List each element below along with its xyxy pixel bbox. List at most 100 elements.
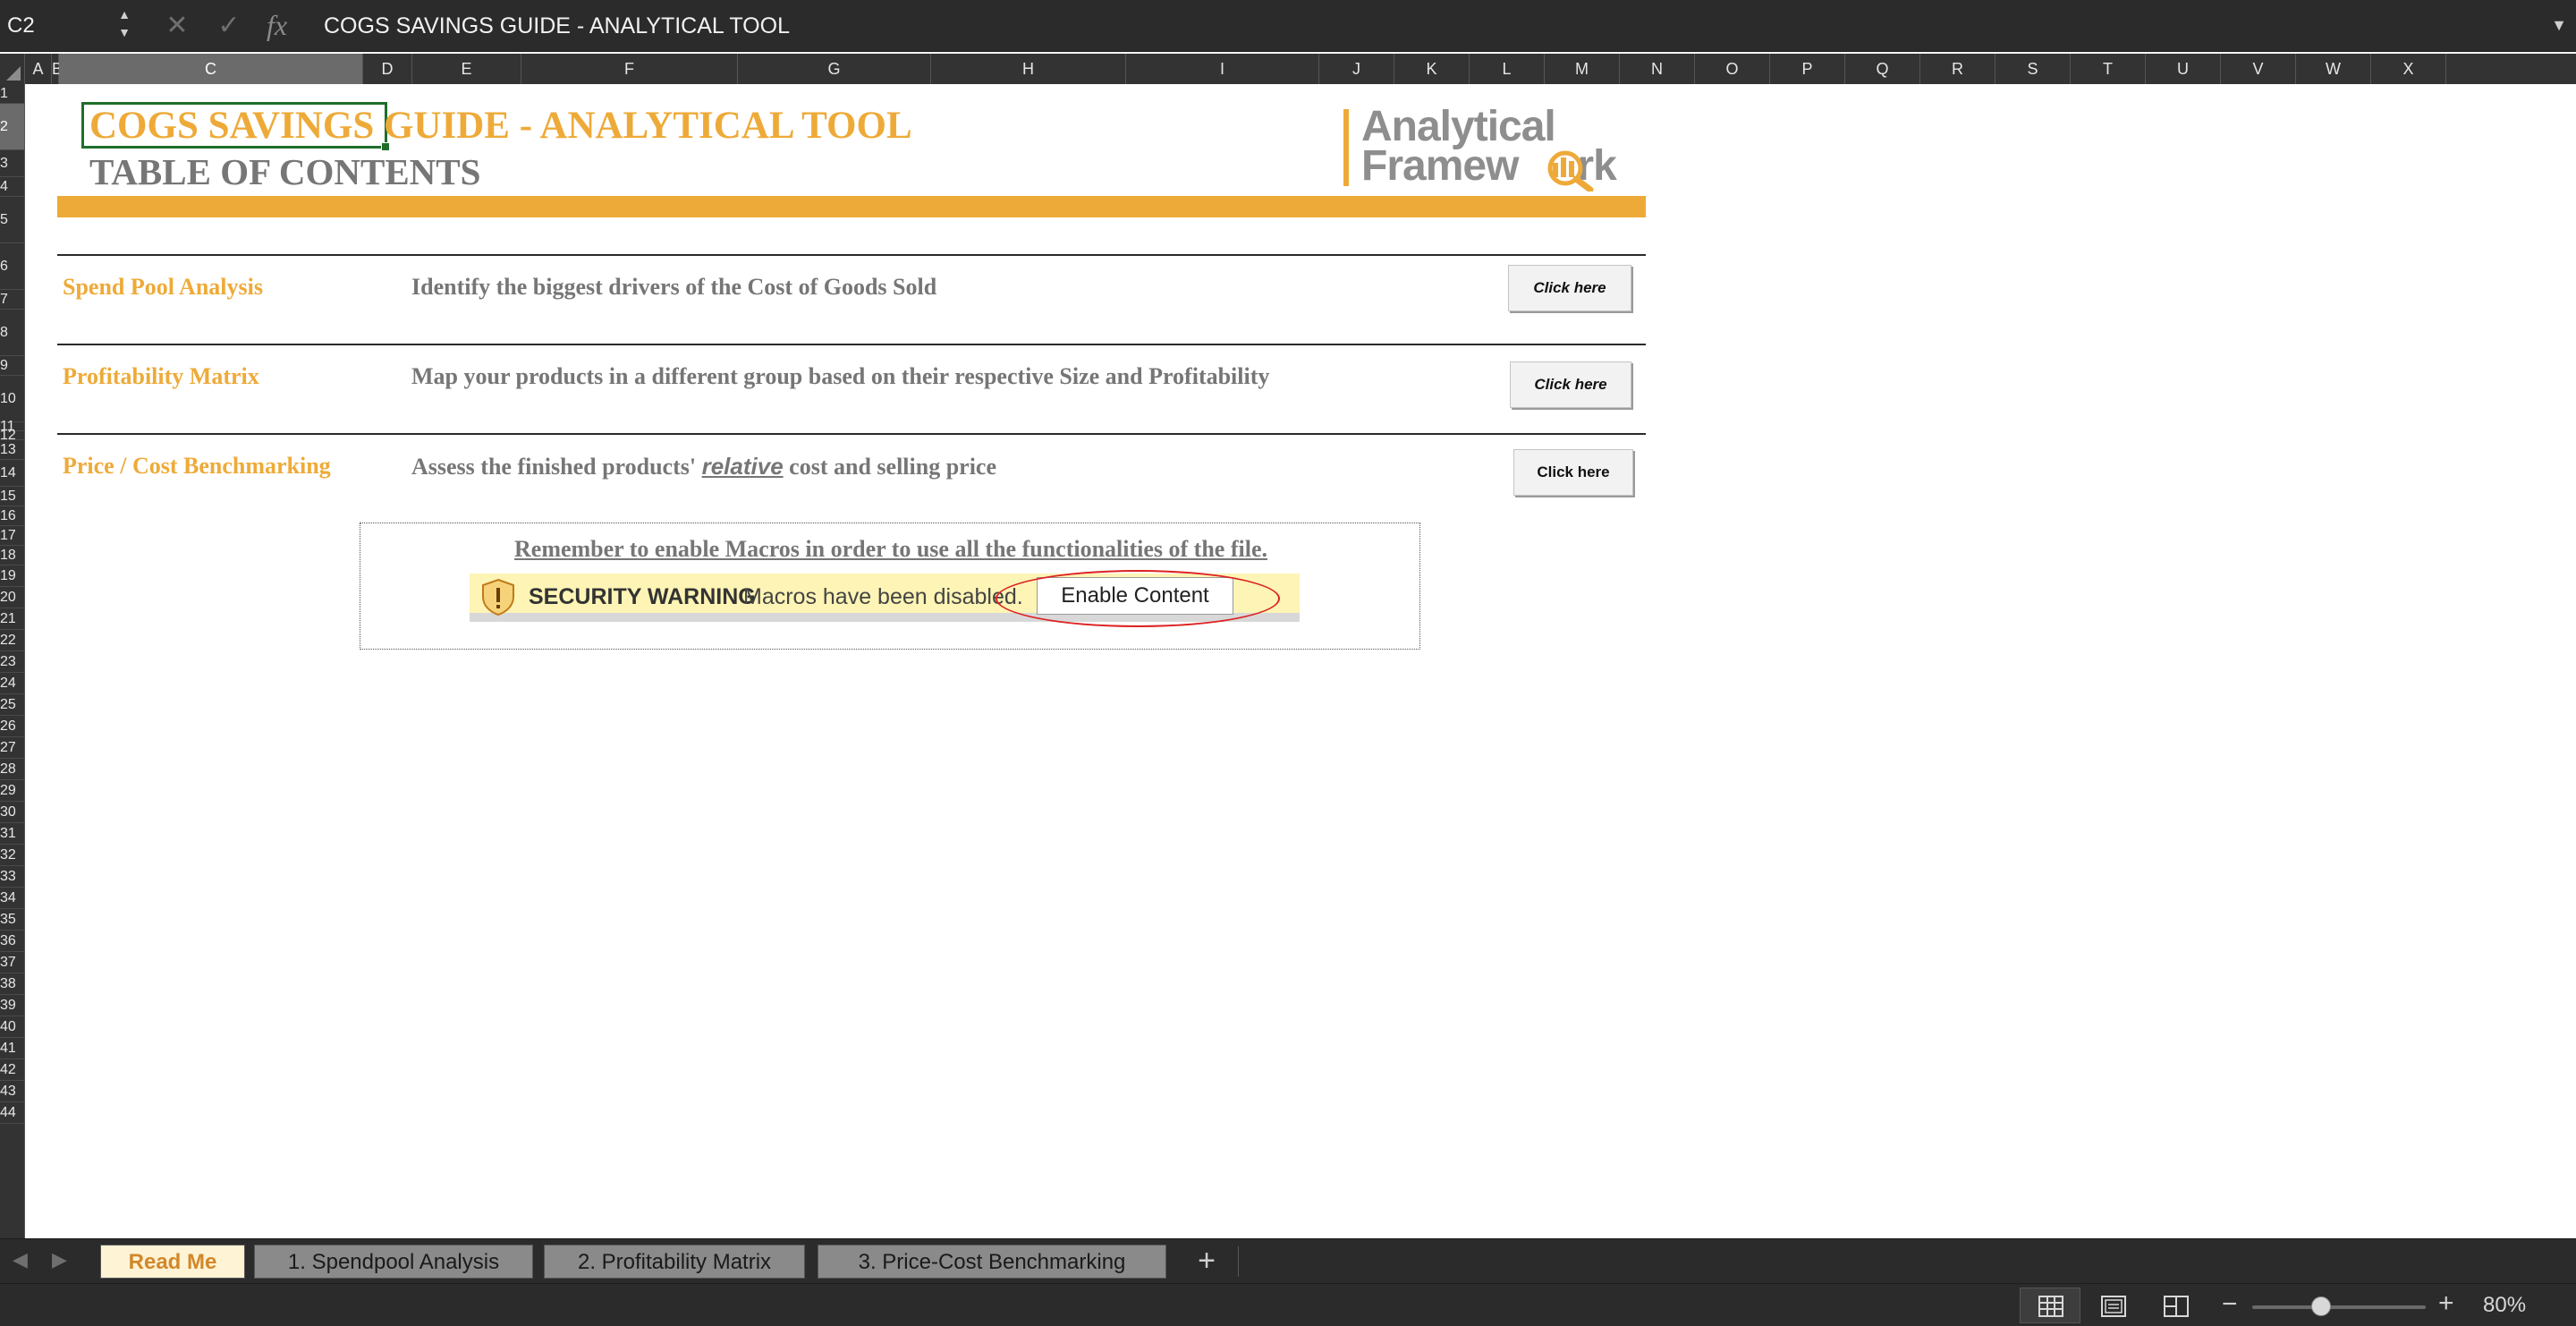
column-header-q[interactable]: Q <box>1845 54 1920 84</box>
row-header-23[interactable]: 23 <box>0 651 24 673</box>
column-header-h[interactable]: H <box>931 54 1126 84</box>
zoom-level[interactable]: 80% <box>2483 1291 2526 1320</box>
column-header-u[interactable]: U <box>2146 54 2221 84</box>
row-header-39[interactable]: 39 <box>0 995 24 1016</box>
select-all-button[interactable] <box>0 54 25 84</box>
grid-icon <box>2038 1296 2063 1317</box>
row-header-30[interactable]: 30 <box>0 802 24 823</box>
toc-item-profitability-title: Profitability Matrix <box>63 363 259 389</box>
row-header-13[interactable]: 13 <box>0 440 24 460</box>
tab-divider <box>1238 1246 1239 1277</box>
row-header-42[interactable]: 42 <box>0 1059 24 1081</box>
fx-icon[interactable]: fx <box>267 7 287 43</box>
row-header-10[interactable]: 10 <box>0 376 24 422</box>
row-header-25[interactable]: 25 <box>0 694 24 716</box>
toc-item-benchmarking-description: Assess the finished products' relative c… <box>411 453 996 480</box>
zoom-in-button[interactable]: + <box>2438 1288 2454 1320</box>
row-header-29[interactable]: 29 <box>0 780 24 802</box>
benchmarking-click-button[interactable]: Click here <box>1513 449 1633 496</box>
column-header-n[interactable]: N <box>1620 54 1695 84</box>
column-header-i[interactable]: I <box>1126 54 1319 84</box>
row-header-24[interactable]: 24 <box>0 673 24 694</box>
zoom-out-button[interactable]: − <box>2222 1289 2238 1320</box>
page-break-view-button[interactable] <box>2145 1288 2206 1323</box>
column-header-j[interactable]: J <box>1319 54 1394 84</box>
row-header-37[interactable]: 37 <box>0 952 24 973</box>
row-header-3[interactable]: 3 <box>0 150 24 177</box>
row-header-1[interactable]: 1 <box>0 84 24 104</box>
row-header-34[interactable]: 34 <box>0 888 24 909</box>
row-header-15[interactable]: 15 <box>0 487 24 506</box>
row-header-9[interactable]: 9 <box>0 356 24 376</box>
column-header-d[interactable]: D <box>363 54 412 84</box>
page-layout-icon <box>2101 1296 2126 1317</box>
zoom-slider-track[interactable] <box>2252 1305 2426 1309</box>
column-header-x[interactable]: X <box>2371 54 2446 84</box>
row-header-19[interactable]: 19 <box>0 565 24 587</box>
row-header-2[interactable]: 2 <box>0 104 24 150</box>
column-header-a[interactable]: A <box>25 54 52 84</box>
column-header-r[interactable]: R <box>1920 54 1996 84</box>
normal-view-button[interactable] <box>2020 1288 2080 1323</box>
column-header-p[interactable]: P <box>1770 54 1845 84</box>
row-header-44[interactable]: 44 <box>0 1102 24 1124</box>
row-header-17[interactable]: 17 <box>0 526 24 546</box>
name-box-stepper-icon[interactable]: ▲ ▼ <box>114 5 134 47</box>
row-header-18[interactable]: 18 <box>0 546 24 565</box>
tab-scroll-right-icon[interactable]: ▶ <box>52 1248 67 1271</box>
column-header-f[interactable]: F <box>521 54 738 84</box>
add-sheet-button[interactable]: + <box>1188 1243 1225 1280</box>
column-header-b[interactable]: B <box>52 54 63 84</box>
column-header-l[interactable]: L <box>1470 54 1545 84</box>
column-header-s[interactable]: S <box>1996 54 2071 84</box>
column-header-w[interactable]: W <box>2296 54 2371 84</box>
tab-spendpool-analysis[interactable]: 1. Spendpool Analysis <box>254 1245 533 1279</box>
row-header-14[interactable]: 14 <box>0 460 24 487</box>
security-warning-label: SECURITY WARNING <box>529 584 756 609</box>
row-header-12[interactable]: 12 <box>0 429 24 443</box>
row-header-33[interactable]: 33 <box>0 866 24 888</box>
row-header-40[interactable]: 40 <box>0 1016 24 1038</box>
tab-read-me[interactable]: Read Me <box>100 1245 245 1279</box>
row-header-35[interactable]: 35 <box>0 909 24 931</box>
tab-price-cost-benchmarking[interactable]: 3. Price-Cost Benchmarking <box>818 1245 1166 1279</box>
formula-input[interactable]: COGS SAVINGS GUIDE - ANALYTICAL TOOL <box>315 7 2551 45</box>
row-header-5[interactable]: 5 <box>0 197 24 243</box>
profitability-click-button[interactable]: Click here <box>1510 361 1631 408</box>
page-layout-view-button[interactable] <box>2082 1288 2143 1323</box>
zoom-slider-thumb[interactable] <box>2311 1296 2331 1316</box>
column-header-v[interactable]: V <box>2221 54 2296 84</box>
row-header-32[interactable]: 32 <box>0 845 24 866</box>
column-header-g[interactable]: G <box>738 54 931 84</box>
spend-pool-click-button[interactable]: Click here <box>1508 265 1631 311</box>
row-header-28[interactable]: 28 <box>0 759 24 780</box>
chevron-down-icon[interactable]: ▼ <box>2551 16 2567 35</box>
tab-scroll-left-icon[interactable]: ◀ <box>13 1248 28 1271</box>
row-header-26[interactable]: 26 <box>0 716 24 737</box>
column-header-t[interactable]: T <box>2071 54 2146 84</box>
row-header-20[interactable]: 20 <box>0 587 24 608</box>
confirm-icon[interactable]: ✓ <box>211 9 247 43</box>
row-header-38[interactable]: 38 <box>0 973 24 995</box>
row-header-16[interactable]: 16 <box>0 506 24 526</box>
column-header-e[interactable]: E <box>412 54 521 84</box>
row-header-21[interactable]: 21 <box>0 608 24 630</box>
desc-emphasis: relative <box>701 453 784 480</box>
column-header-c[interactable]: C <box>59 54 363 84</box>
row-header-27[interactable]: 27 <box>0 737 24 759</box>
row-header-22[interactable]: 22 <box>0 630 24 651</box>
logo-text-prefix: Framew <box>1361 142 1519 190</box>
row-header-41[interactable]: 41 <box>0 1038 24 1059</box>
column-header-k[interactable]: K <box>1394 54 1470 84</box>
row-header-4[interactable]: 4 <box>0 177 24 197</box>
row-header-31[interactable]: 31 <box>0 823 24 845</box>
row-header-36[interactable]: 36 <box>0 931 24 952</box>
row-header-43[interactable]: 43 <box>0 1081 24 1102</box>
row-header-8[interactable]: 8 <box>0 310 24 356</box>
cancel-icon[interactable]: ✕ <box>159 9 195 43</box>
tab-profitability-matrix[interactable]: 2. Profitability Matrix <box>544 1245 805 1279</box>
column-header-m[interactable]: M <box>1545 54 1620 84</box>
row-header-6[interactable]: 6 <box>0 243 24 290</box>
column-header-o[interactable]: O <box>1695 54 1770 84</box>
row-header-7[interactable]: 7 <box>0 290 24 310</box>
